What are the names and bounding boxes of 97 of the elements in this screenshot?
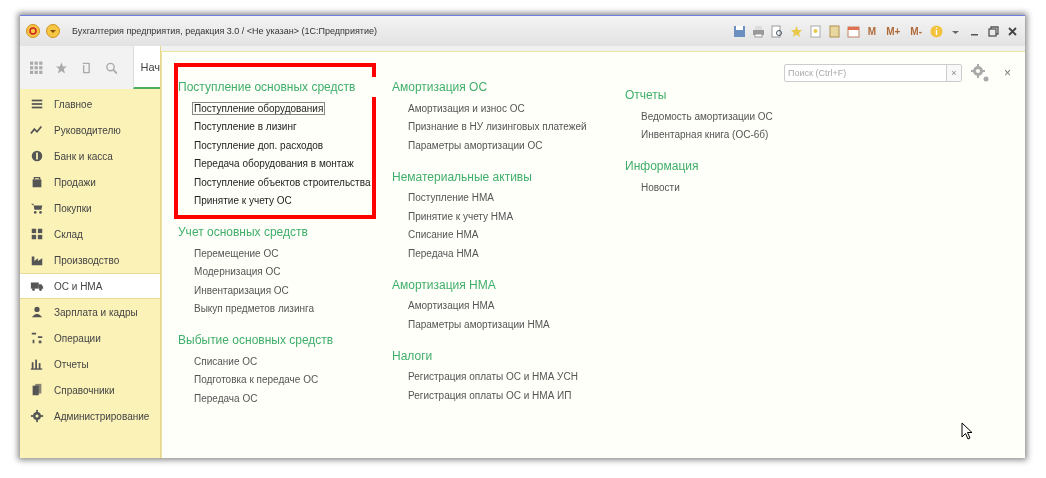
group-title: Налоги (392, 347, 434, 365)
section-icon (30, 201, 44, 215)
section-icon (30, 227, 44, 241)
sidebar-item[interactable]: Склад (20, 221, 160, 247)
command-link[interactable]: Списание НМА (406, 228, 481, 242)
command-link[interactable]: Поступление в лизинг (192, 120, 299, 134)
command-link[interactable]: Регистрация оплаты ОС и НМА УСН (406, 370, 580, 384)
command-link[interactable]: Передача ОС (192, 391, 260, 405)
apps-grid-icon[interactable] (30, 60, 43, 75)
command-link[interactable]: Принятие к учету НМА (406, 209, 516, 223)
sidebar-item[interactable]: Банк и касса (20, 143, 160, 169)
restore-icon[interactable] (987, 24, 1000, 38)
star-icon[interactable] (54, 60, 68, 75)
command-link[interactable]: Модернизация ОС (192, 265, 283, 279)
command-link[interactable]: Списание ОС (192, 354, 260, 368)
sidebar-item[interactable]: Отчеты (20, 351, 160, 377)
section-icon (30, 331, 44, 345)
command-link[interactable]: Выкуп предметов лизинга (192, 302, 317, 316)
star-icon[interactable] (789, 24, 803, 38)
info-icon[interactable] (930, 24, 943, 38)
command-link[interactable]: Передача НМА (406, 246, 481, 260)
command-link[interactable]: Перемещение ОС (192, 246, 281, 260)
search-icon[interactable] (104, 60, 118, 75)
command-link[interactable]: Амортизация НМА (406, 299, 497, 313)
command-link[interactable]: Параметры амортизации НМА (406, 317, 552, 331)
close-button[interactable]: × (998, 66, 1011, 80)
command-link[interactable]: Передача оборудования в монтаж (192, 157, 356, 171)
command-link[interactable]: Амортизация и износ ОС (406, 101, 527, 115)
memory-button[interactable]: M+ (884, 25, 903, 37)
command-link[interactable]: Инвентаризация ОС (192, 283, 291, 297)
sidebar-label: ОС и НМА (54, 280, 103, 292)
sidebar-label: Руководителю (54, 124, 121, 136)
sidebar-label: Продажи (54, 176, 96, 188)
command-link[interactable]: Параметры амортизации ОС (406, 138, 545, 152)
calculator-icon[interactable] (827, 24, 841, 38)
sidebar-item[interactable]: Администрирование (20, 403, 160, 429)
sidebar-label: Банк и касса (54, 150, 113, 162)
sidebar-label: Главное (54, 98, 93, 110)
preview-icon[interactable] (770, 24, 784, 38)
sidebar-item[interactable]: Руководителю (20, 117, 160, 143)
group-title: Учет основных средств (178, 224, 309, 241)
group-title: Амортизация ОС (392, 79, 489, 96)
sidebar-item[interactable]: Справочники (20, 377, 160, 403)
command-link[interactable]: Поступление НМА (406, 191, 496, 205)
sidebar-label: Отчеты (54, 358, 89, 370)
close-icon[interactable] (1006, 24, 1019, 38)
section-icon (30, 97, 44, 111)
save-icon[interactable] (732, 24, 746, 38)
group-title: Отчеты (625, 87, 668, 104)
sidebar-label: Операции (54, 332, 101, 344)
sidebar-label: Администрирование (54, 410, 150, 422)
sidebar-item[interactable]: Главное (20, 91, 160, 117)
command-link[interactable]: Поступление доп. расходов (192, 138, 326, 152)
command-link[interactable]: Регистрация оплаты ОС и НМА ИП (406, 388, 574, 402)
command-link[interactable]: Инвентарная книга (ОС-6б) (639, 128, 771, 142)
print-icon[interactable] (751, 24, 765, 38)
calendar-icon[interactable] (846, 24, 860, 38)
group-title: Выбытие основных средств (178, 332, 335, 349)
command-link[interactable]: Признание в НУ лизинговых платежей (406, 120, 589, 134)
home-tab[interactable]: Нач (133, 46, 160, 89)
section-icon (30, 383, 44, 397)
command-link[interactable]: Поступление объектов строительства (192, 175, 373, 189)
sidebar-label: Склад (54, 228, 83, 240)
group-title: Амортизация НМА (392, 276, 497, 294)
sidebar-label: Зарплата и кадры (54, 306, 138, 318)
sidebar-item[interactable]: Продажи (20, 169, 160, 195)
bookmark-icon[interactable] (808, 24, 822, 38)
memory-button[interactable]: M (865, 25, 879, 37)
command-link[interactable]: Ведомость амортизации ОС (639, 109, 775, 123)
dropdown-icon[interactable] (46, 24, 60, 38)
sidebar-item[interactable]: Покупки (20, 195, 160, 221)
command-link[interactable]: Новости (639, 180, 682, 194)
sidebar-label: Справочники (54, 384, 115, 396)
sidebar-label: Производство (54, 254, 120, 266)
group-title: Информация (625, 158, 700, 175)
clear-button[interactable]: × (946, 65, 961, 81)
sidebar-item[interactable]: Зарплата и кадры (20, 299, 160, 325)
sidebar-label: Покупки (54, 202, 92, 214)
section-icon (30, 357, 44, 371)
command-link[interactable]: Подготовка к передаче ОС (192, 373, 321, 387)
group-title: Нематериальные активы (392, 168, 533, 186)
command-link[interactable]: Принятие к учету ОС (192, 194, 294, 208)
section-icon (30, 305, 44, 319)
memory-button[interactable]: M- (908, 25, 924, 37)
command-link[interactable]: Поступление оборудования (192, 101, 326, 115)
sidebar-item[interactable]: Производство (20, 247, 160, 273)
sidebar-item[interactable]: Операции (20, 325, 160, 351)
search-field[interactable]: Поиск (Ctrl+F) × (784, 64, 962, 82)
mouse-cursor-icon (961, 422, 973, 440)
section-icon (30, 409, 44, 423)
section-icon (30, 123, 44, 137)
settings-icon[interactable] (970, 63, 990, 83)
section-icon (30, 175, 44, 189)
window-title: Бухгалтерия предприятия, редакция 3.0 / <Не указан> (1С:Предприятие) (72, 26, 378, 36)
section-icon (30, 149, 44, 163)
sidebar-item[interactable]: ОС и НМА (20, 273, 160, 299)
logo-icon[interactable] (26, 24, 40, 38)
